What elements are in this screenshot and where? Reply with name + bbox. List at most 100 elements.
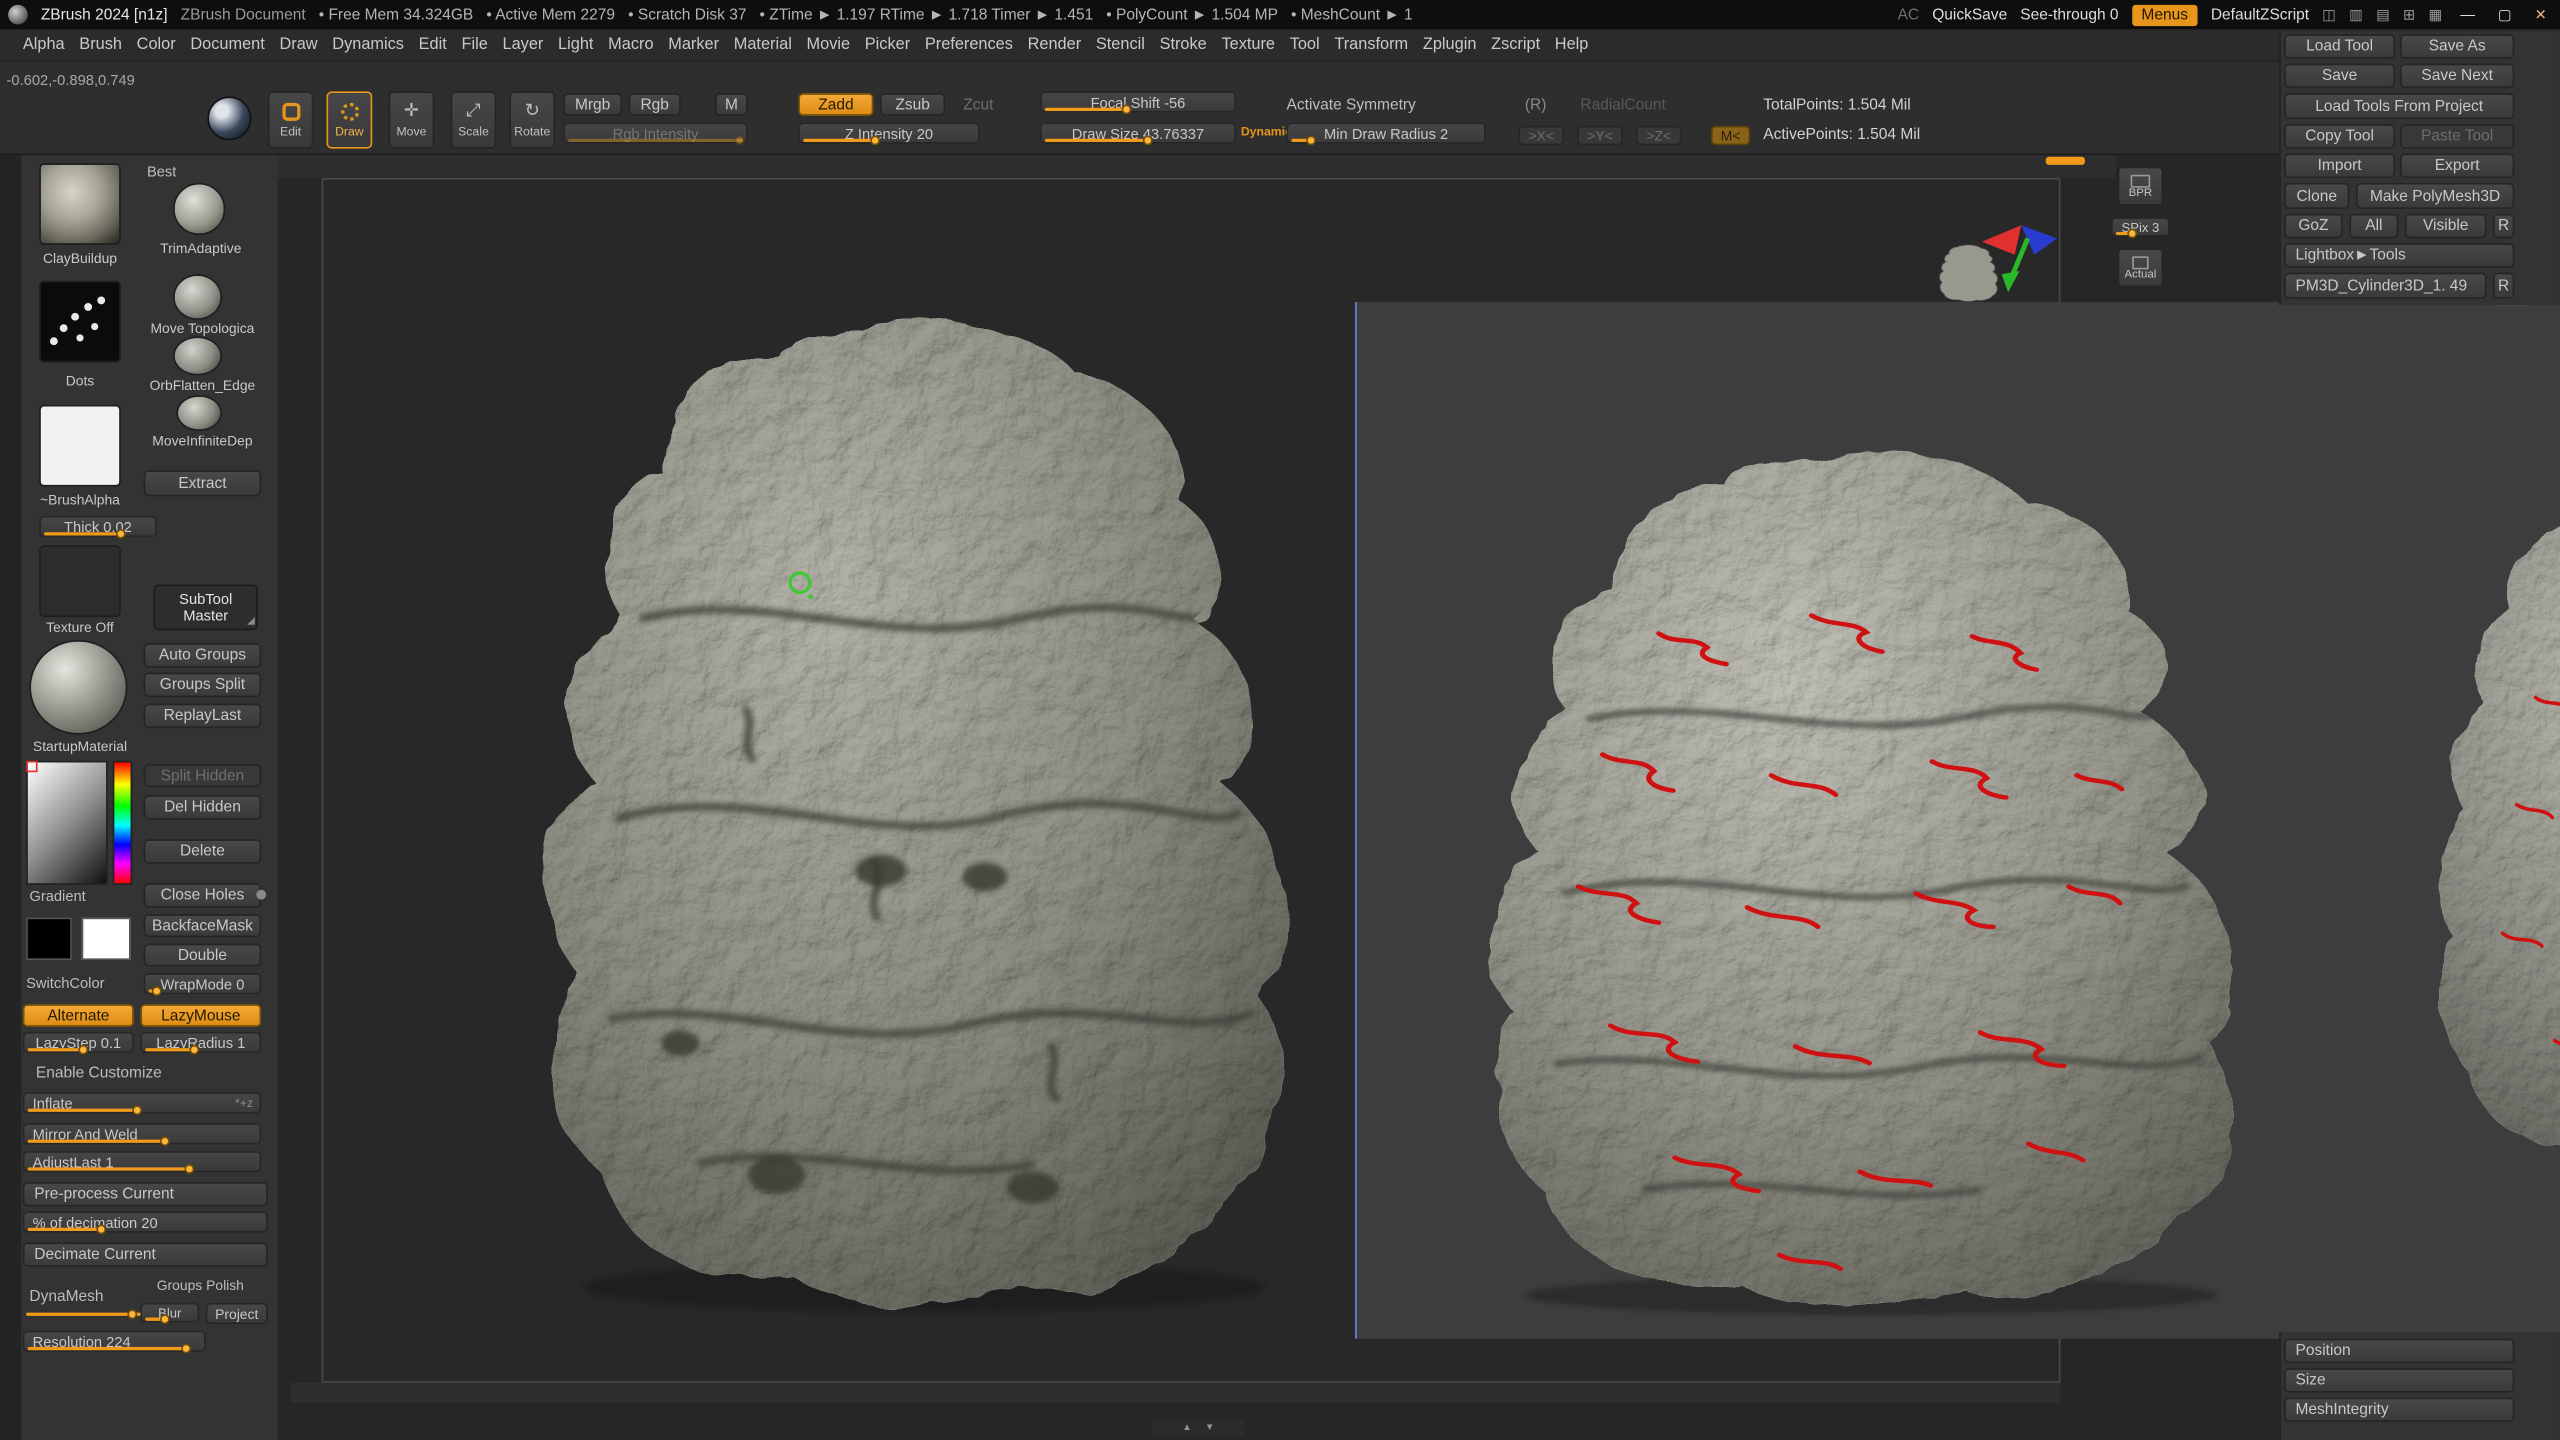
inflate-slider[interactable]: Inflate *+z (23, 1092, 261, 1113)
panel-layout-icon[interactable]: ◫ (2322, 6, 2336, 24)
focal-shift-slider[interactable]: Focal Shift -56 (1040, 91, 1236, 112)
save-next-button[interactable]: Save Next (2400, 64, 2514, 88)
slider-knob[interactable] (1121, 104, 1131, 114)
rotate-button[interactable]: ↻ Rotate (509, 91, 555, 148)
lazy-radius-slider[interactable]: LazyRadius 1 (140, 1032, 261, 1053)
brush-thumb-dots[interactable] (39, 281, 121, 363)
menu-texture[interactable]: Texture (1221, 36, 1275, 54)
groups-split-button[interactable]: Groups Split (144, 673, 262, 697)
symmetry-z-button[interactable]: >Z< (1636, 126, 1682, 146)
gradient-toggle[interactable]: Gradient (29, 888, 85, 904)
load-tool-button[interactable]: Load Tool (2284, 34, 2395, 58)
auto-groups-button[interactable]: Auto Groups (144, 643, 262, 667)
activate-symmetry-button[interactable]: Activate Symmetry (1287, 96, 1416, 114)
panel-dock-icon[interactable]: ▦ (2428, 6, 2442, 24)
brush-thumb-moveinf[interactable] (176, 395, 222, 431)
color-hue-strip[interactable] (113, 761, 133, 885)
dynamic-toggle[interactable]: Dynamic (1241, 124, 1292, 139)
menu-stencil[interactable]: Stencil (1096, 36, 1145, 54)
menu-layer[interactable]: Layer (503, 36, 544, 54)
dynamesh-button[interactable]: DynaMesh (29, 1288, 103, 1306)
wrap-mode-slider[interactable]: WrapMode 0 (144, 973, 262, 994)
decimate-current-button[interactable]: Decimate Current (23, 1242, 268, 1266)
slider-knob[interactable] (1307, 136, 1317, 146)
switch-color-button[interactable]: SwitchColor (26, 975, 104, 991)
lazy-mouse-button[interactable]: LazyMouse (140, 1004, 261, 1027)
menu-stroke[interactable]: Stroke (1160, 36, 1207, 54)
menus-button[interactable]: Menus (2132, 4, 2198, 25)
groups-polish-button[interactable]: Groups Polish (157, 1277, 244, 1293)
zsub-button[interactable]: Zsub (880, 93, 945, 116)
slider-knob[interactable] (2127, 229, 2137, 239)
scale-button[interactable]: ⤢ Scale (451, 91, 497, 148)
menu-help[interactable]: Help (1555, 36, 1589, 54)
goz-r-button[interactable]: R (2493, 214, 2514, 238)
z-intensity-slider[interactable]: Z Intensity 20 (798, 122, 979, 143)
menu-alpha[interactable]: Alpha (23, 36, 65, 54)
load-tools-from-project-button[interactable]: Load Tools From Project (2284, 93, 2514, 119)
scroll-up-icon[interactable]: ▲ (1182, 1423, 1192, 1433)
menu-macro[interactable]: Macro (608, 36, 653, 54)
color-sv-square[interactable] (26, 761, 108, 885)
adjust-last-slider[interactable]: AdjustLast 1 (23, 1151, 261, 1172)
sculpt-model-rock[interactable] (503, 291, 1339, 1316)
symmetry-m-button[interactable]: M< (1711, 126, 1750, 146)
size-section-button[interactable]: Size (2284, 1368, 2514, 1392)
menu-zplugin[interactable]: Zplugin (1423, 36, 1477, 54)
r-toggle[interactable]: (R) (1525, 96, 1547, 114)
export-button[interactable]: Export (2400, 153, 2514, 177)
main-color-swatch[interactable] (26, 918, 72, 960)
draw-button[interactable]: Draw (327, 91, 373, 148)
copy-tool-button[interactable]: Copy Tool (2284, 124, 2395, 148)
menu-file[interactable]: File (462, 36, 488, 54)
min-draw-radius-slider[interactable]: Min Draw Radius 2 (1287, 122, 1486, 143)
lightbox-tools-button[interactable]: Lightbox►Tools (2284, 243, 2514, 267)
bpr-render-button[interactable]: BPR (2118, 167, 2164, 206)
menu-marker[interactable]: Marker (668, 36, 719, 54)
mirror-and-weld-button[interactable]: Mirror And Weld (23, 1123, 261, 1144)
close-button[interactable]: ✕ (2530, 6, 2552, 24)
quicksave-button[interactable]: QuickSave (1932, 6, 2007, 24)
save-as-button[interactable]: Save As (2400, 34, 2514, 58)
panel-layout-icon[interactable]: ▤ (2376, 6, 2390, 24)
menu-document[interactable]: Document (190, 36, 264, 54)
close-holes-button[interactable]: Close Holes (144, 883, 262, 907)
symmetry-y-button[interactable]: >Y< (1577, 126, 1623, 146)
minimize-button[interactable]: — (2455, 7, 2479, 23)
texture-thumb[interactable] (39, 545, 121, 617)
panel-grid-icon[interactable]: ⊞ (2403, 6, 2415, 24)
project-button[interactable]: Project (206, 1303, 268, 1324)
mrgb-button[interactable]: Mrgb (563, 93, 622, 116)
decimation-percent-slider[interactable]: % of decimation 20 (23, 1211, 268, 1232)
slider-knob[interactable] (116, 529, 126, 539)
enable-customize-button[interactable]: Enable Customize (36, 1064, 162, 1082)
menu-brush[interactable]: Brush (79, 36, 122, 54)
paste-tool-button[interactable]: Paste Tool (2400, 124, 2514, 148)
zadd-button[interactable]: Zadd (798, 93, 873, 116)
menu-draw[interactable]: Draw (279, 36, 317, 54)
material-thumb[interactable] (29, 640, 127, 735)
actual-size-button[interactable]: Actual (2118, 248, 2164, 287)
edit-button[interactable]: Edit (268, 91, 314, 148)
blur-slider[interactable]: Blur (140, 1303, 199, 1323)
split-hidden-button[interactable]: Split Hidden (144, 764, 262, 787)
radial-count-slider[interactable]: RadialCount (1580, 96, 1665, 114)
m-button[interactable]: M (715, 93, 748, 116)
spix-slider[interactable]: SPix 3 (2111, 217, 2170, 237)
color-picker[interactable] (26, 761, 134, 885)
subtool-master-button[interactable]: SubTool Master ◢ (153, 584, 257, 630)
scroll-down-icon[interactable]: ▼ (1205, 1423, 1215, 1433)
draw-size-slider[interactable]: Draw Size 43.76337 (1040, 122, 1236, 143)
import-button[interactable]: Import (2284, 153, 2395, 177)
slider-knob[interactable] (159, 1314, 169, 1324)
extract-button[interactable]: Extract (144, 470, 262, 496)
default-zscript-button[interactable]: DefaultZScript (2211, 6, 2309, 24)
tray-handle[interactable] (2046, 157, 2085, 165)
delete-button[interactable]: Delete (144, 839, 262, 863)
backface-mask-button[interactable]: BackfaceMask (144, 914, 262, 937)
clone-button[interactable]: Clone (2284, 183, 2349, 209)
menu-color[interactable]: Color (137, 36, 176, 54)
position-section-button[interactable]: Position (2284, 1339, 2514, 1363)
slider-knob[interactable] (184, 1164, 194, 1174)
double-button[interactable]: Double (144, 944, 262, 967)
